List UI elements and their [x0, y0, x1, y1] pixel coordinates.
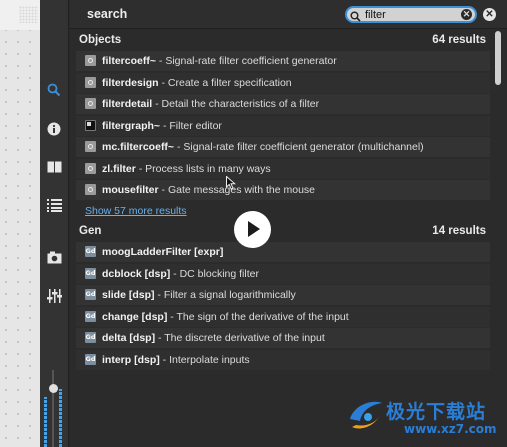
item-desc: - Signal-rate filter coefficient generat…	[174, 141, 424, 153]
item-desc: - Filter editor	[160, 120, 222, 132]
object-icon	[85, 77, 96, 88]
gen-icon: Gd	[85, 289, 96, 300]
camera-icon[interactable]	[44, 247, 64, 267]
section-count: 64 results	[432, 34, 486, 46]
meter-rail	[52, 370, 54, 447]
item-name: zl.filter	[102, 163, 136, 175]
item-desc: - Filter a signal logarithmically	[154, 289, 296, 301]
volume-knob[interactable]	[49, 384, 58, 393]
watermark-logo-icon	[350, 401, 382, 429]
list-item[interactable]: filterdesign - Create a filter specifica…	[76, 73, 490, 93]
app-window: search ✕ ✕ Objects 64 results filtercoef…	[0, 0, 507, 447]
list-item[interactable]: mousefilter - Gate messages with the mou…	[76, 180, 490, 200]
info-icon[interactable]	[44, 119, 64, 139]
object-icon	[85, 184, 96, 195]
item-name: filterdetail	[102, 98, 153, 110]
object-icon	[85, 55, 96, 66]
level-meter[interactable]	[42, 370, 64, 447]
list-icon[interactable]	[44, 195, 64, 215]
item-desc: - Detail the characteristics of a filter	[152, 98, 320, 110]
list-item[interactable]: Gd interp [dsp] - Interpolate inputs	[76, 350, 490, 370]
item-name: slide [dsp]	[102, 289, 155, 301]
list-item[interactable]: mc.filtercoeff~ - Signal-rate filter coe…	[76, 137, 490, 157]
search-field-icon	[350, 9, 361, 27]
scrollbar-thumb[interactable]	[495, 31, 501, 85]
gen-section-header: Gen 14 results	[70, 222, 496, 241]
meter-bar-left	[44, 397, 47, 447]
grid-icon[interactable]	[19, 6, 38, 23]
list-item[interactable]: Gd dcblock [dsp] - DC blocking filter	[76, 264, 490, 284]
search-icon[interactable]	[44, 80, 64, 100]
mouse-cursor-icon	[226, 176, 236, 190]
object-icon	[85, 141, 96, 152]
item-name: mc.filtercoeff~	[102, 141, 175, 153]
item-desc: - Signal-rate filter coefficient generat…	[155, 55, 337, 67]
item-desc: - Gate messages with the mouse	[158, 184, 316, 196]
item-name: moogLadderFilter [expr]	[102, 246, 224, 258]
list-item[interactable]: Gd change [dsp] - The sign of the deriva…	[76, 307, 490, 327]
panel-title: search	[87, 7, 128, 21]
section-title: Objects	[79, 34, 122, 46]
watermark-url: www.xz7.com	[404, 422, 497, 436]
list-item[interactable]: Gd moogLadderFilter [expr]	[76, 242, 490, 262]
item-desc: - The discrete derivative of the input	[155, 332, 325, 344]
item-name: interp [dsp]	[102, 354, 160, 366]
close-icon[interactable]: ✕	[483, 8, 496, 21]
item-name: dcblock [dsp]	[102, 268, 171, 280]
object-icon	[85, 98, 96, 109]
search-input[interactable]	[365, 8, 455, 21]
patcher-canvas[interactable]	[0, 0, 40, 447]
search-header: search ✕ ✕	[70, 0, 507, 29]
play-icon[interactable]	[234, 211, 271, 248]
item-name: filtercoeff~	[102, 55, 156, 67]
search-panel: search ✕ ✕ Objects 64 results filtercoef…	[70, 0, 507, 447]
meter-bar-right	[59, 389, 62, 447]
object-icon	[85, 163, 96, 174]
list-item[interactable]: zl.filter - Process lists in many ways	[76, 159, 490, 179]
watermark-text: 极光下载站	[386, 401, 487, 423]
search-field[interactable]: ✕	[345, 6, 477, 23]
item-desc: - The sign of the derivative of the inpu…	[167, 311, 349, 323]
gen-icon: Gd	[85, 311, 96, 322]
item-desc: - Interpolate inputs	[159, 354, 250, 366]
clear-icon[interactable]: ✕	[461, 9, 472, 20]
item-desc: - Create a filter specification	[158, 77, 292, 89]
item-name: filtergraph~	[102, 120, 161, 132]
item-desc: - DC blocking filter	[170, 268, 259, 280]
item-name: delta [dsp]	[102, 332, 156, 344]
list-item[interactable]: Gd delta [dsp] - The discrete derivative…	[76, 328, 490, 348]
book-icon[interactable]	[44, 157, 64, 177]
mixer-icon[interactable]	[44, 286, 64, 306]
gen-icon: Gd	[85, 332, 96, 343]
show-more-link[interactable]: Show 57 more results	[85, 205, 187, 217]
objects-section-header: Objects 64 results	[70, 31, 496, 50]
list-item[interactable]: Gd slide [dsp] - Filter a signal logarit…	[76, 285, 490, 305]
list-item[interactable]: filterdetail - Detail the characteristic…	[76, 94, 490, 114]
section-count: 14 results	[432, 225, 486, 237]
list-item[interactable]: filtercoeff~ - Signal-rate filter coeffi…	[76, 51, 490, 71]
gen-icon: Gd	[85, 246, 96, 257]
item-desc: - Process lists in many ways	[135, 163, 271, 175]
gen-icon: Gd	[85, 354, 96, 365]
item-name: filterdesign	[102, 77, 159, 89]
filtergraph-icon	[85, 120, 96, 131]
item-name: mousefilter	[102, 184, 159, 196]
watermark: 极光下载站 www.xz7.com	[346, 395, 502, 441]
gen-icon: Gd	[85, 268, 96, 279]
item-name: change [dsp]	[102, 311, 168, 323]
list-item[interactable]: filtergraph~ - Filter editor	[76, 116, 490, 136]
section-title: Gen	[79, 225, 102, 237]
